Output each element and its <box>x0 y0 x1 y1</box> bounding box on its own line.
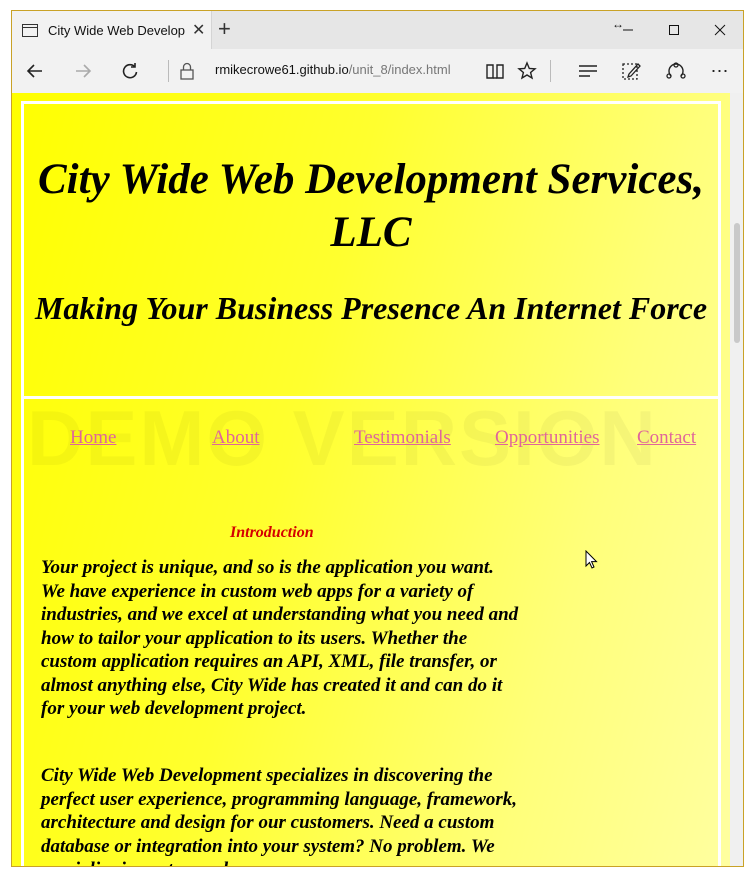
hub-lines-icon <box>579 65 597 77</box>
forward-button[interactable] <box>68 56 98 86</box>
scrollbar-thumb[interactable] <box>734 223 740 343</box>
nav-link-about[interactable]: About <box>212 427 260 449</box>
close-icon <box>714 24 726 36</box>
intro-paragraph: City Wide Web Development specializes in… <box>41 765 518 866</box>
lock-icon <box>172 56 202 86</box>
page-scrollbar[interactable] <box>730 93 743 866</box>
address-bar[interactable]: rmikecrowe61.github.io/unit_8/index.html <box>215 62 451 77</box>
new-tab-button[interactable]: + <box>218 17 231 41</box>
nav-link-home[interactable]: Home <box>70 427 116 449</box>
page-viewport: City Wide Web Development Services, LLC … <box>12 93 730 866</box>
mouse-cursor-icon <box>585 550 598 569</box>
refresh-icon <box>122 63 138 79</box>
back-button[interactable] <box>20 56 50 86</box>
tab-close-icon[interactable]: ✕ <box>192 20 205 40</box>
minimize-icon <box>623 29 633 31</box>
share-button[interactable] <box>661 56 691 86</box>
tab-title: City Wide Web Develop <box>48 22 186 38</box>
refresh-button[interactable] <box>115 56 145 86</box>
browser-toolbar: rmikecrowe61.github.io/unit_8/index.html… <box>12 49 743 94</box>
url-host: rmikecrowe61.github.io <box>215 62 349 77</box>
browser-window: City Wide Web Develop ✕ + ↔ rmikecrowe61… <box>11 10 744 867</box>
maximize-button[interactable] <box>651 11 697 49</box>
favorite-button[interactable] <box>512 56 542 86</box>
maximize-icon <box>669 25 679 35</box>
forward-arrow-icon <box>76 64 92 78</box>
star-icon <box>517 61 537 80</box>
web-note-button[interactable] <box>616 56 646 86</box>
reading-view-button[interactable] <box>480 56 510 86</box>
browser-tab[interactable]: City Wide Web Develop ✕ <box>12 11 212 49</box>
more-dots-icon: ⋯ <box>710 60 730 81</box>
nav-link-opportunities[interactable]: Opportunities <box>495 427 600 449</box>
url-path: /unit_8/index.html <box>348 62 451 77</box>
nav-link-contact[interactable]: Contact <box>637 427 696 449</box>
tab-bar: City Wide Web Develop ✕ + ↔ <box>12 11 743 49</box>
book-icon <box>486 64 504 79</box>
close-window-button[interactable] <box>697 11 743 49</box>
minimize-button[interactable] <box>605 11 651 49</box>
page-header: City Wide Web Development Services, LLC … <box>21 101 721 399</box>
toolbar-divider <box>550 60 551 82</box>
toolbar-divider <box>168 60 169 82</box>
more-menu-button[interactable]: ⋯ <box>705 56 735 86</box>
pen-note-icon <box>622 63 641 80</box>
intro-paragraph: Your project is unique, and so is the ap… <box>41 557 519 719</box>
page-tagline: Making Your Business Presence An Interne… <box>34 290 708 326</box>
nav-link-testimonials[interactable]: Testimonials <box>354 427 451 449</box>
back-arrow-icon <box>26 64 42 78</box>
share-icon <box>666 62 686 79</box>
page-title: City Wide Web Development Services, LLC <box>38 156 704 256</box>
section-heading: Introduction <box>230 524 314 541</box>
hub-button[interactable] <box>573 56 603 86</box>
page-icon <box>22 23 38 37</box>
